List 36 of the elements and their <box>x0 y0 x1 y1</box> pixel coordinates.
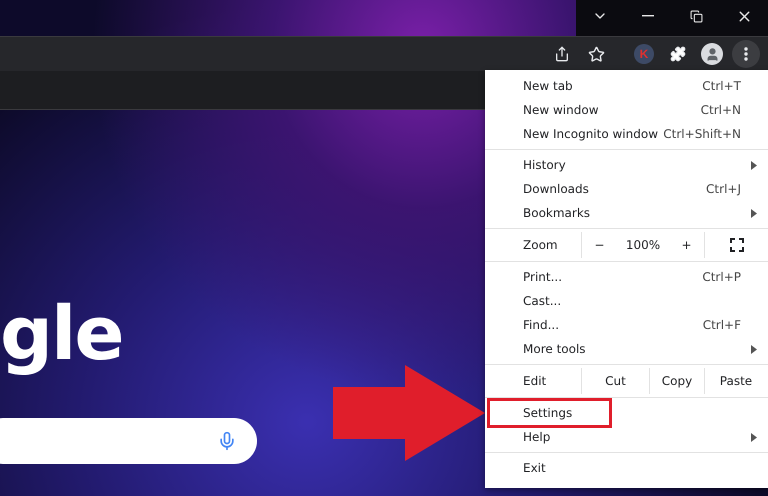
kebab-menu-icon <box>744 47 748 61</box>
menu-item[interactable]: Bookmarks <box>485 201 768 225</box>
edit-label: Edit <box>522 373 548 390</box>
search-field[interactable] <box>0 418 257 464</box>
zoom-out-button[interactable]: − <box>590 232 608 258</box>
menu-button[interactable] <box>732 40 760 68</box>
menu-item[interactable]: Settings <box>487 398 612 428</box>
menu-item[interactable]: Downloads Ctrl+J <box>485 177 768 201</box>
edit-action-button[interactable]: Paste <box>704 368 767 394</box>
zoom-value: 100% <box>626 238 660 252</box>
menu-item[interactable]: Help <box>485 425 768 449</box>
menu-item[interactable]: Exit <box>485 456 768 480</box>
submenu-arrow-icon <box>751 344 757 354</box>
person-icon <box>704 46 720 62</box>
submenu-arrow-icon <box>751 208 757 218</box>
zoom-label: Zoom <box>522 237 559 254</box>
star-icon <box>588 46 604 62</box>
edit-action-button[interactable]: Cut <box>581 368 649 394</box>
menu-item[interactable]: New window Ctrl+N <box>485 98 768 122</box>
logo-text: gle <box>0 290 124 379</box>
submenu-arrow-icon <box>751 432 757 442</box>
menu-item[interactable]: History <box>485 153 768 177</box>
menu-item[interactable]: Find... Ctrl+F <box>485 313 768 337</box>
puzzle-icon <box>670 46 686 62</box>
minimize-icon <box>642 15 654 17</box>
menu-item[interactable]: New Incognito window Ctrl+Shift+N <box>485 122 768 146</box>
menu-item[interactable]: New tab Ctrl+T <box>485 74 768 98</box>
menu-item[interactable]: Cast... <box>485 289 768 313</box>
edit-action-button[interactable]: Copy <box>649 368 704 394</box>
menu-item[interactable]: Print... Ctrl+P <box>485 265 768 289</box>
share-icon <box>554 46 570 62</box>
submenu-arrow-icon <box>751 160 757 170</box>
zoom-in-button[interactable]: + <box>678 232 696 258</box>
fullscreen-icon[interactable] <box>730 238 744 252</box>
restore-icon <box>690 10 702 22</box>
menu-item[interactable]: More tools <box>485 337 768 361</box>
